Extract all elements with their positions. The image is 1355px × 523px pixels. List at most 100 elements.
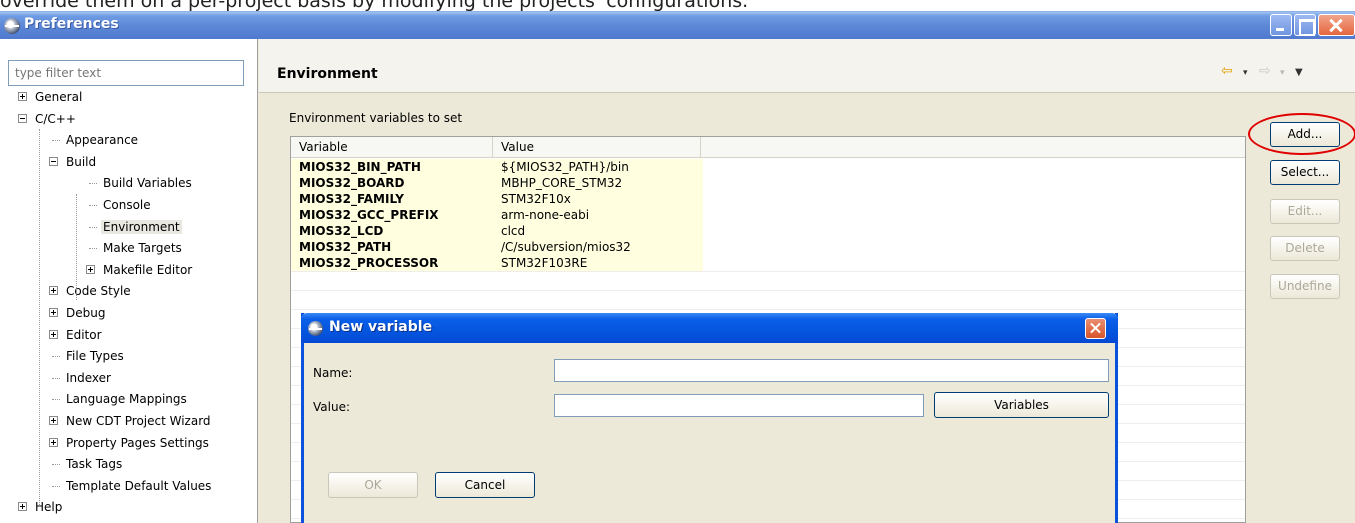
dialog-titlebar[interactable]: New variable bbox=[301, 313, 1118, 343]
table-cell-value[interactable]: ${MIOS32_PATH}/bin bbox=[493, 159, 703, 175]
expand-icon[interactable] bbox=[18, 92, 27, 101]
close-window-button[interactable] bbox=[1318, 14, 1355, 36]
page-title: Environment bbox=[277, 66, 378, 82]
tree-item-label: Code Style bbox=[66, 284, 131, 299]
forward-dropdown-icon: ▾ bbox=[1280, 68, 1285, 78]
select-button[interactable]: Select... bbox=[1270, 160, 1340, 185]
collapse-icon[interactable] bbox=[49, 156, 58, 166]
tree-connector bbox=[52, 485, 60, 487]
tree-item[interactable]: Environment bbox=[89, 217, 182, 238]
expand-icon[interactable] bbox=[18, 502, 27, 512]
back-dropdown-icon[interactable]: ▾ bbox=[1243, 68, 1248, 78]
tree-item[interactable]: Editor bbox=[49, 325, 104, 346]
tree-item[interactable]: Makefile Editor bbox=[86, 260, 194, 281]
tree-item[interactable]: Build Variables bbox=[89, 173, 194, 194]
expand-icon[interactable] bbox=[49, 286, 58, 296]
table-cell-variable[interactable]: MIOS32_PATH bbox=[291, 239, 493, 255]
delete-button[interactable]: Delete bbox=[1270, 236, 1340, 261]
tree-connector bbox=[52, 356, 60, 358]
table-cell-value[interactable]: STM32F10x bbox=[493, 191, 703, 207]
table-cell-value[interactable]: arm-none-eabi bbox=[493, 207, 703, 223]
tree-connector bbox=[89, 205, 97, 206]
maximize-button[interactable] bbox=[1294, 14, 1316, 36]
tree-item[interactable]: C/C++ bbox=[18, 109, 78, 130]
tree-connector bbox=[39, 129, 40, 507]
table-cell-value[interactable]: /C/subversion/mios32 bbox=[493, 239, 703, 255]
back-arrow-icon[interactable]: ⇦ bbox=[1221, 63, 1233, 79]
table-cell-value[interactable]: clcd bbox=[493, 223, 703, 239]
tree-item[interactable]: Make Targets bbox=[89, 238, 184, 259]
close-dialog-button[interactable] bbox=[1085, 318, 1106, 339]
tree-item-label: Help bbox=[35, 500, 63, 515]
tree-item[interactable]: Indexer bbox=[52, 368, 113, 389]
table-cell-variable[interactable]: MIOS32_BOARD bbox=[291, 175, 493, 191]
expand-icon[interactable] bbox=[49, 329, 58, 339]
eclipse-icon bbox=[4, 18, 20, 34]
table-cell-variable[interactable]: MIOS32_FAMILY bbox=[291, 191, 493, 207]
filter-input[interactable] bbox=[8, 60, 244, 86]
tree-item[interactable]: General bbox=[18, 87, 84, 108]
table-grid-line bbox=[291, 290, 1245, 291]
expand-icon[interactable] bbox=[86, 264, 95, 274]
table-cell-variable[interactable]: MIOS32_LCD bbox=[291, 223, 493, 239]
tree-item-label: Property Pages Settings bbox=[66, 435, 209, 450]
name-label: Name: bbox=[313, 366, 353, 380]
preferences-tree-panel: General C/C++ Appearance Build Build Variabl… bbox=[0, 39, 258, 523]
tree-item[interactable]: Language Mappings bbox=[52, 389, 189, 410]
table-cell-variable[interactable]: MIOS32_PROCESSOR bbox=[291, 255, 493, 271]
ok-button[interactable]: OK bbox=[328, 472, 418, 498]
tree-connector bbox=[89, 248, 97, 250]
tree-item[interactable]: Debug bbox=[49, 303, 107, 324]
tree-item[interactable]: Build bbox=[49, 152, 98, 173]
tree-item-label: Appearance bbox=[66, 133, 139, 148]
tree-item[interactable]: File Types bbox=[52, 346, 126, 367]
tree-connector bbox=[52, 399, 60, 401]
column-header-variable[interactable]: Variable bbox=[291, 137, 493, 158]
collapse-icon[interactable] bbox=[18, 113, 27, 123]
table-cell-variable[interactable]: MIOS32_GCC_PREFIX bbox=[291, 207, 493, 223]
table-cell-variable[interactable]: MIOS32_BIN_PATH bbox=[291, 159, 493, 175]
eclipse-icon bbox=[308, 321, 323, 336]
tree-item-label: Template Default Values bbox=[66, 478, 212, 493]
tree-item-label: Editor bbox=[66, 327, 102, 342]
tree-item[interactable]: Console bbox=[89, 195, 153, 216]
expand-icon[interactable] bbox=[49, 416, 58, 425]
column-header-value[interactable]: Value bbox=[493, 137, 701, 158]
expand-icon[interactable] bbox=[49, 308, 58, 317]
tree-connector bbox=[52, 140, 60, 142]
view-menu-icon[interactable]: ▼ bbox=[1295, 67, 1303, 78]
tree-item-label: Build Variables bbox=[103, 176, 192, 191]
tree-item[interactable]: Template Default Values bbox=[52, 476, 213, 497]
tree-item-label: Debug bbox=[66, 306, 106, 320]
value-input[interactable] bbox=[554, 394, 924, 417]
table-grid-line bbox=[291, 271, 1245, 272]
minimize-button[interactable] bbox=[1270, 14, 1292, 36]
undefine-button[interactable]: Undefine bbox=[1270, 274, 1340, 299]
new-variable-dialog: New variable Name: Value: Variables OK C… bbox=[301, 313, 1118, 523]
tree-item-label: Makefile Editor bbox=[103, 262, 193, 277]
tree-item-label: C/C++ bbox=[35, 111, 76, 126]
tree-item[interactable]: Task Tags bbox=[52, 454, 124, 475]
table-cell-value[interactable]: MBHP_CORE_STM32 bbox=[493, 175, 703, 191]
tree-item[interactable]: Appearance bbox=[52, 130, 140, 151]
tree-item-label: General bbox=[35, 90, 83, 104]
window-titlebar[interactable]: Preferences bbox=[0, 11, 1355, 39]
tree-item[interactable]: Code Style bbox=[49, 281, 133, 302]
variables-button[interactable]: Variables bbox=[934, 392, 1109, 418]
tree-connector bbox=[52, 464, 60, 466]
tree-item[interactable]: Help bbox=[18, 497, 64, 518]
tree-item[interactable]: Property Pages Settings bbox=[49, 433, 211, 454]
page-caption: override them on a per-project basis by … bbox=[0, 0, 749, 11]
page-header: Environment ⇦ ▾ ⇨ ▾ ▼ bbox=[259, 39, 1355, 93]
forward-arrow-icon: ⇨ bbox=[1259, 63, 1271, 79]
tree-item-label: Environment bbox=[101, 219, 182, 234]
add-button[interactable]: Add... bbox=[1270, 122, 1340, 147]
expand-icon[interactable] bbox=[49, 437, 58, 447]
table-cell-value[interactable]: STM32F103RE bbox=[493, 255, 703, 271]
edit-button[interactable]: Edit... bbox=[1270, 199, 1340, 224]
cancel-button[interactable]: Cancel bbox=[435, 472, 535, 498]
tree-item-label: File Types bbox=[66, 349, 124, 364]
name-input[interactable] bbox=[554, 359, 1109, 382]
tree-item[interactable]: New CDT Project Wizard bbox=[49, 411, 213, 432]
tree-connector bbox=[52, 377, 60, 379]
